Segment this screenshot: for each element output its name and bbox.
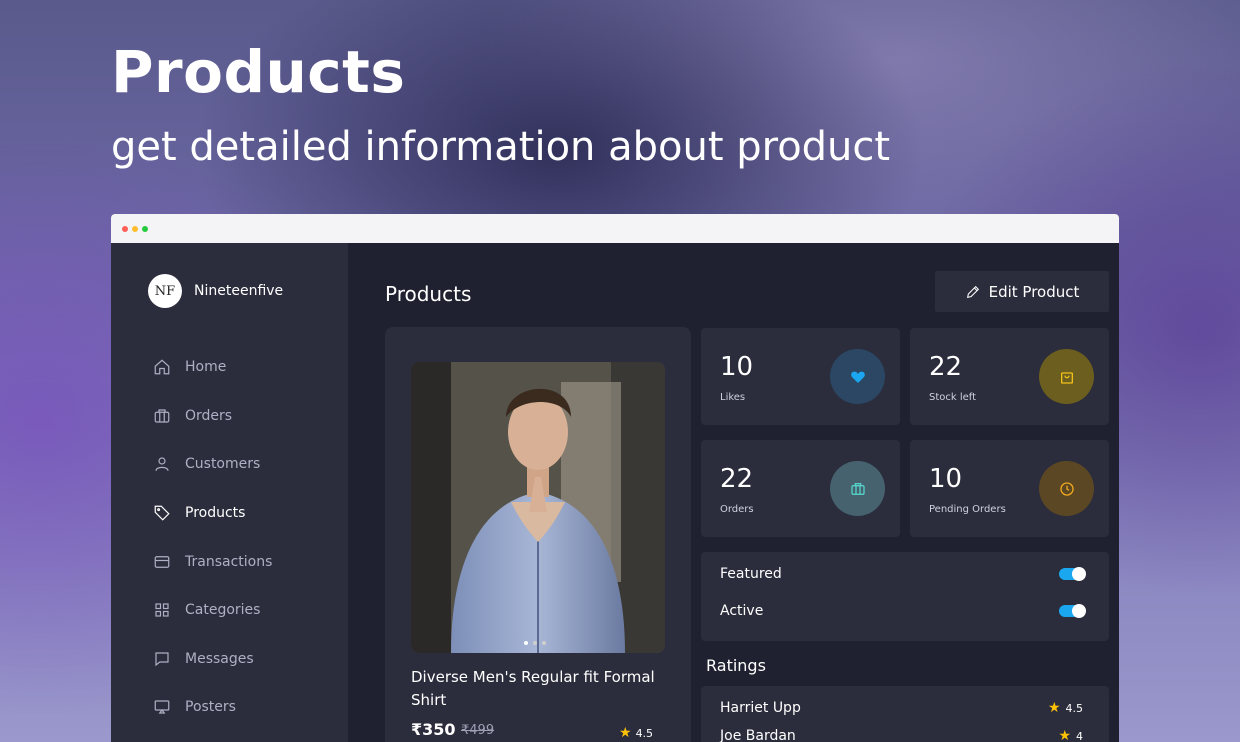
- ratings-list: Harriet Upp ★ 4.5 Joe Bardan ★ 4: [701, 686, 1109, 742]
- star-icon: ★: [619, 725, 632, 741]
- sidebar-item-label: Transactions: [185, 553, 273, 570]
- tag-icon: [154, 505, 170, 521]
- rating-score: ★ 4.5: [1048, 700, 1083, 716]
- rating-name: Joe Bardan: [720, 728, 796, 742]
- product-rating: ★ 4.5: [619, 725, 653, 741]
- stat-card-orders: 22 Orders: [701, 440, 900, 537]
- sidebar: NF Nineteenfive Home Orders Customers Pr…: [111, 243, 348, 742]
- hero-title: Products: [111, 38, 406, 106]
- active-toggle[interactable]: [1059, 604, 1086, 618]
- hero-subtitle: get detailed information about product: [111, 124, 891, 170]
- stat-value: 10: [929, 464, 963, 494]
- product-photo: [411, 362, 665, 653]
- stat-label: Pending Orders: [929, 504, 1006, 515]
- sidebar-item-orders[interactable]: Orders: [153, 392, 272, 441]
- sidebar-item-customers[interactable]: Customers: [153, 440, 272, 489]
- briefcase-icon: [850, 482, 865, 495]
- ratings-title: Ratings: [706, 656, 766, 675]
- edit-product-button[interactable]: Edit Product: [935, 271, 1109, 312]
- stat-value: 22: [720, 464, 754, 494]
- grid-icon: [155, 603, 169, 617]
- stat-card-likes: 10 Likes: [701, 328, 900, 425]
- sidebar-item-home[interactable]: Home: [153, 343, 272, 392]
- sidebar-item-categories[interactable]: Categories: [153, 586, 272, 635]
- sidebar-item-posters[interactable]: Posters: [153, 683, 272, 732]
- brand-logo: NF: [148, 274, 182, 308]
- stat-icon-circle: [1039, 349, 1094, 404]
- monitor-icon: [154, 700, 170, 715]
- product-rating-value: 4.5: [635, 726, 654, 740]
- sidebar-item-messages[interactable]: Messages: [153, 635, 272, 684]
- product-name: Diverse Men's Regular fit Formal Shirt: [411, 668, 655, 709]
- product-toggles: Featured Active: [701, 552, 1109, 641]
- sidebar-item-label: Customers: [185, 456, 261, 473]
- stat-icon-circle: [1039, 461, 1094, 516]
- rating-name: Harriet Upp: [720, 700, 801, 716]
- window-maximize-dot[interactable]: [142, 225, 148, 232]
- product-price: ₹350: [411, 720, 456, 739]
- sidebar-nav: Home Orders Customers Products Transacti…: [153, 343, 272, 732]
- app-window: NF Nineteenfive Home Orders Customers Pr…: [111, 214, 1119, 742]
- window-titlebar: [111, 214, 1119, 243]
- brand[interactable]: NF Nineteenfive: [148, 274, 283, 308]
- card-icon: [154, 555, 170, 568]
- edit-product-label: Edit Product: [988, 282, 1080, 301]
- sidebar-item-label: Messages: [185, 650, 254, 667]
- window-close-dot[interactable]: [122, 225, 128, 232]
- sidebar-item-label: Products: [185, 505, 246, 522]
- sidebar-item-label: Categories: [185, 602, 261, 619]
- window-minimize-dot[interactable]: [132, 225, 138, 232]
- stat-icon-circle: [830, 349, 885, 404]
- toggle-label: Featured: [720, 566, 782, 582]
- star-icon: ★: [1058, 728, 1071, 742]
- toggle-row-featured: Featured: [720, 566, 1086, 582]
- star-icon: ★: [1047, 700, 1061, 716]
- message-icon: [155, 652, 169, 667]
- sidebar-item-label: Posters: [185, 699, 236, 716]
- stat-value: 22: [929, 352, 963, 382]
- stat-label: Likes: [720, 392, 746, 403]
- page-title: Products: [385, 282, 472, 306]
- rating-score: ★ 4: [1058, 728, 1083, 742]
- sidebar-item-products[interactable]: Products: [153, 489, 272, 538]
- featured-toggle[interactable]: [1059, 567, 1086, 581]
- stat-label: Stock left: [929, 392, 977, 403]
- sidebar-item-label: Orders: [185, 407, 233, 424]
- stat-icon-circle: [830, 461, 885, 516]
- product-image[interactable]: [411, 362, 665, 653]
- rating-score-value: 4: [1076, 729, 1083, 742]
- list-item: Joe Bardan ★ 4: [720, 728, 1083, 742]
- bag-icon: [1060, 371, 1073, 384]
- stat-value: 10: [720, 352, 754, 382]
- user-icon: [155, 457, 169, 472]
- toggle-row-active: Active: [720, 603, 1086, 619]
- sidebar-item-transactions[interactable]: Transactions: [153, 537, 272, 586]
- stat-label: Orders: [720, 504, 754, 515]
- brand-name: Nineteenfive: [194, 283, 284, 299]
- stat-card-pending-orders: 10 Pending Orders: [910, 440, 1109, 537]
- toggle-label: Active: [720, 603, 764, 619]
- clock-icon: [1059, 481, 1074, 496]
- list-item: Harriet Upp ★ 4.5: [720, 700, 1083, 716]
- product-old-price: ₹499: [461, 723, 495, 738]
- heart-icon: [850, 371, 865, 383]
- product-card: Diverse Men's Regular fit Formal Shirt ₹…: [385, 327, 691, 742]
- pencil-icon: [966, 285, 979, 298]
- stat-card-stock-left: 22 Stock left: [910, 328, 1109, 425]
- rating-score-value: 4.5: [1065, 701, 1084, 715]
- sidebar-item-label: Home: [185, 359, 227, 376]
- home-icon: [154, 359, 170, 375]
- briefcase-icon: [154, 409, 170, 423]
